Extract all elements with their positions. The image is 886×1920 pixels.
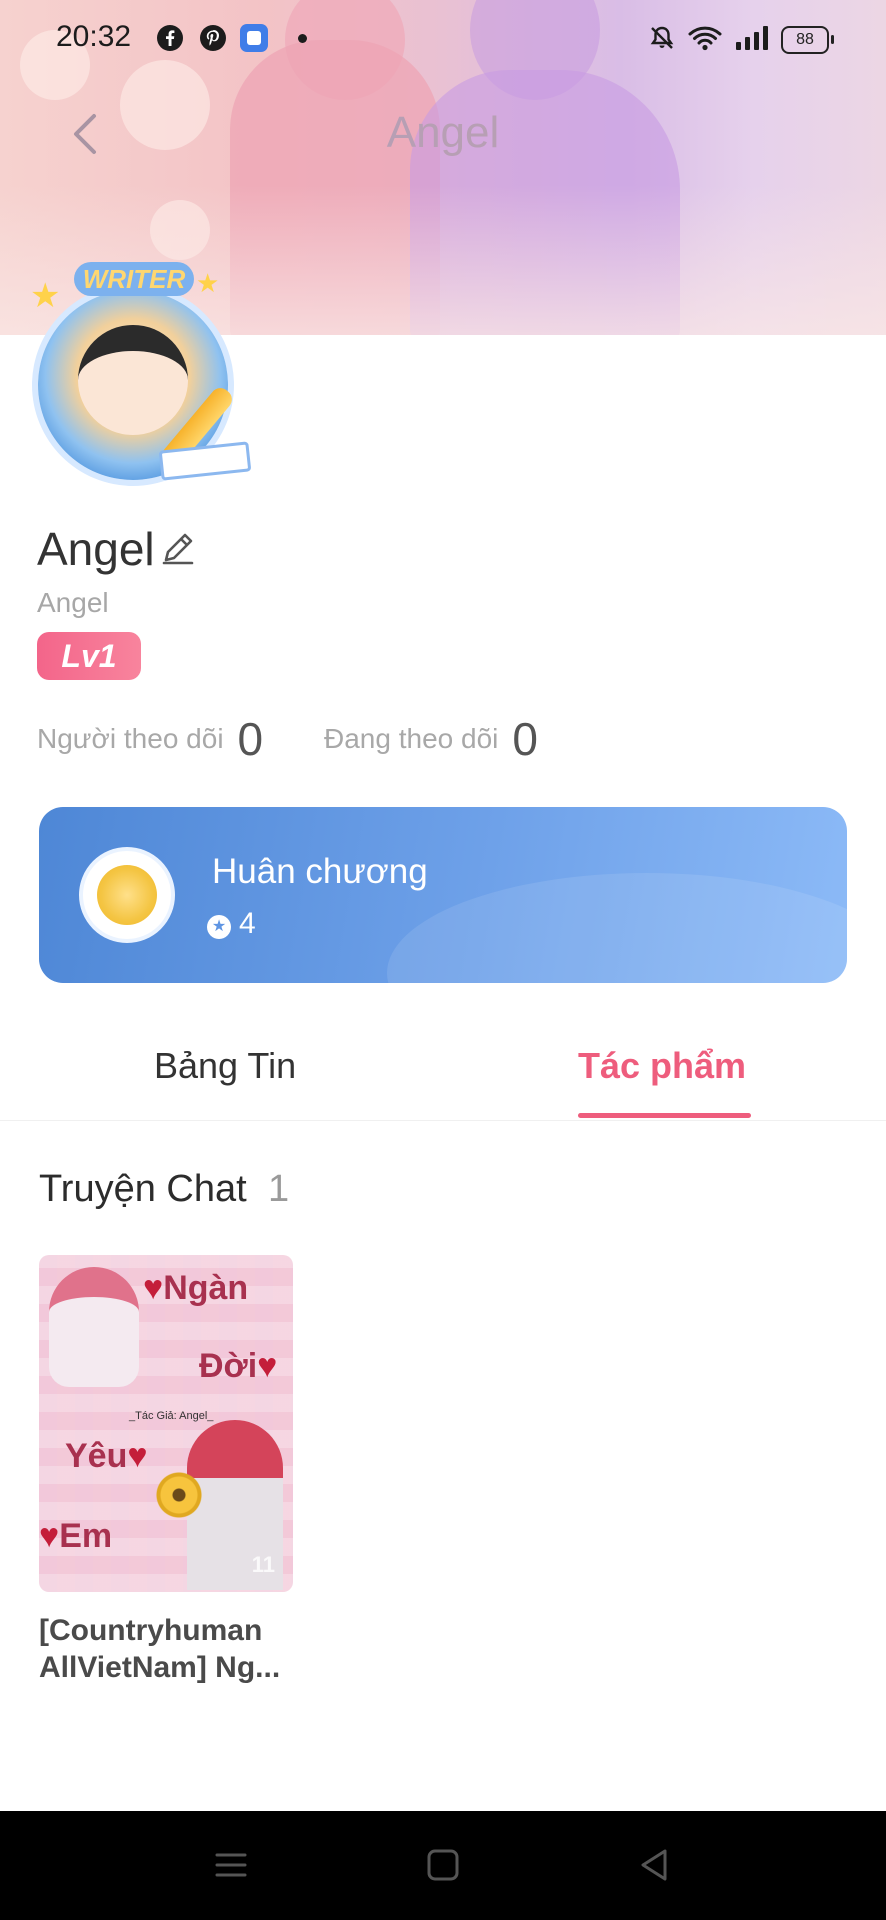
heart-icon: ♥ xyxy=(127,1437,148,1475)
following-label: Đang theo dõi xyxy=(324,723,499,754)
medal-card[interactable]: Huân chương ★ 4 xyxy=(39,807,847,983)
cover-number: 11 xyxy=(251,1552,275,1577)
status-time: 20:32 xyxy=(56,20,132,53)
story-title[interactable]: [Countryhuman AllVietNam] Ng... xyxy=(39,1612,299,1686)
tab-feed[interactable]: Bảng Tin xyxy=(154,1045,296,1087)
followers-label: Người theo dõi xyxy=(37,723,224,754)
section-count: 1 xyxy=(268,1168,290,1210)
medal-icon xyxy=(79,847,175,943)
divider xyxy=(0,1120,886,1121)
cover-word: Đời♥ xyxy=(199,1347,277,1386)
wifi-icon xyxy=(688,26,722,51)
profile-name: Angel xyxy=(37,523,155,575)
cover-word-text: Ngàn xyxy=(163,1269,249,1307)
medal-title: Huân chương xyxy=(212,852,428,891)
header-title: Angel xyxy=(386,108,500,157)
writer-badge: WRITER xyxy=(74,262,194,296)
medal-star-icon: ★ xyxy=(207,915,231,939)
more-notifications-dot-icon xyxy=(298,34,307,43)
cover-character xyxy=(49,1267,139,1387)
tab-works[interactable]: Tác phẩm xyxy=(578,1045,746,1087)
level-badge: Lv1 xyxy=(37,632,141,680)
section-title: Truyện Chat xyxy=(39,1168,247,1210)
profile-id: Angel xyxy=(37,587,109,618)
avatar-character xyxy=(78,325,188,435)
cover-author: _Tác Giả: Angel_ xyxy=(129,1410,214,1422)
star-icon: ★ xyxy=(30,277,61,315)
heart-icon: ♥ xyxy=(143,1269,164,1307)
following-stat[interactable]: Đang theo dõi 0 xyxy=(324,712,538,772)
avatar[interactable]: WRITER ★ ★ xyxy=(18,262,252,500)
app-notification-icon xyxy=(240,24,268,52)
medal-emblem xyxy=(97,865,157,925)
back-triangle-icon[interactable] xyxy=(633,1843,677,1887)
battery-indicator: 88 xyxy=(781,26,834,54)
signal-icon xyxy=(736,26,768,50)
cover-word: Yêu♥ xyxy=(65,1437,148,1476)
following-count: 0 xyxy=(512,713,538,765)
heart-icon: ♥ xyxy=(257,1347,278,1385)
status-bar: 20:32 88 xyxy=(0,0,886,80)
pinterest-icon xyxy=(200,25,226,51)
cover-word: ♥Ngàn xyxy=(143,1269,248,1308)
sunflower-bouquet xyxy=(149,1465,209,1525)
followers-stat[interactable]: Người theo dõi 0 xyxy=(37,712,263,772)
card-decoration xyxy=(387,873,847,983)
cover-word-text: Yêu xyxy=(65,1437,128,1475)
home-square-icon[interactable] xyxy=(421,1843,465,1887)
followers-count: 0 xyxy=(237,713,264,765)
facebook-icon xyxy=(157,25,183,51)
cover-word-text: Đời xyxy=(199,1347,258,1385)
system-navigation-bar xyxy=(0,1811,886,1920)
cover-word: ♥Em xyxy=(39,1517,112,1556)
heart-icon: ♥ xyxy=(39,1517,60,1555)
mute-bell-icon xyxy=(650,26,674,49)
cover-word-text: Em xyxy=(59,1517,113,1555)
star-icon: ★ xyxy=(196,268,220,298)
medal-count: 4 xyxy=(239,907,256,940)
story-cover[interactable]: ♥Ngàn Đời♥ _Tác Giả: Angel_ Yêu♥ ♥Em 11 xyxy=(39,1255,293,1592)
tab-active-indicator xyxy=(578,1113,751,1118)
edit-pencil-icon[interactable] xyxy=(158,528,198,568)
menu-icon[interactable] xyxy=(209,1843,253,1887)
